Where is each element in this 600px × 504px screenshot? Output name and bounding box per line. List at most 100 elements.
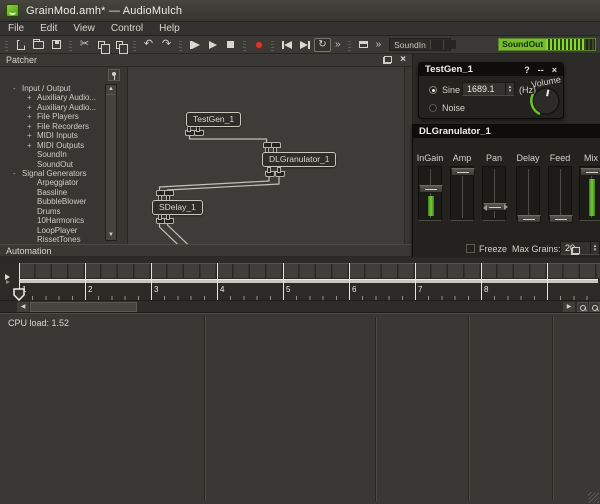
tree-item[interactable]: +Auxiliary Audio...: [0, 93, 113, 102]
input-port[interactable]: [164, 190, 172, 200]
testgen-panel-header[interactable]: TestGen_1 ? -- ×: [419, 63, 563, 76]
node-dlgranulator[interactable]: DLGranulator_1: [262, 152, 336, 167]
fader-handle[interactable]: [483, 203, 507, 211]
menu-item[interactable]: View: [65, 22, 103, 36]
tree-item[interactable]: 10Harmonics: [0, 216, 113, 225]
fader[interactable]: Delay: [513, 153, 543, 223]
tree-item[interactable]: +MIDI Inputs: [0, 131, 113, 140]
input-port[interactable]: [156, 190, 164, 200]
scroll-right-icon[interactable]: ▶: [563, 302, 575, 312]
tree-item[interactable]: +Auxiliary Audio...: [0, 103, 113, 112]
toolbar-grip[interactable]: [271, 39, 274, 51]
output-port[interactable]: [156, 213, 164, 223]
fader-handle[interactable]: [580, 168, 600, 176]
record-button[interactable]: [250, 37, 267, 52]
timeline-scrollbar[interactable]: ◀ ▶: [0, 301, 600, 313]
fader-track[interactable]: [548, 166, 572, 221]
cut-button[interactable]: ✂: [76, 37, 93, 52]
go-to-end-button[interactable]: [296, 37, 313, 52]
tree-item[interactable]: BubbleBlower: [0, 197, 113, 206]
patcher-view-button[interactable]: [355, 37, 372, 52]
fader[interactable]: Mix: [576, 153, 600, 223]
fader[interactable]: Feed: [545, 153, 575, 223]
scrollbar-thumb[interactable]: [30, 302, 137, 312]
toolbar-grip[interactable]: [179, 39, 182, 51]
paste-button[interactable]: [112, 37, 129, 52]
save-button[interactable]: [48, 37, 65, 52]
float-pane-icon[interactable]: [571, 247, 580, 255]
fader-track[interactable]: [516, 166, 540, 221]
scroll-down-icon[interactable]: ▼: [106, 231, 116, 240]
tree-item[interactable]: -Input / Output: [0, 84, 113, 93]
tree-item[interactable]: SoundOut: [0, 160, 113, 169]
toolbar-grip[interactable]: [243, 39, 246, 51]
close-pane-icon[interactable]: ×: [400, 55, 406, 65]
tree-item[interactable]: LoopPlayer: [0, 226, 113, 235]
fader-handle[interactable]: [451, 168, 475, 176]
collapse-icon[interactable]: --: [538, 64, 544, 76]
soundout-meter[interactable]: SoundOut: [498, 38, 596, 51]
auto-scroll-icon[interactable]: [5, 274, 14, 284]
fader-handle[interactable]: [549, 215, 573, 223]
fader[interactable]: InGain: [415, 153, 445, 223]
input-port[interactable]: [271, 142, 279, 152]
tree-item[interactable]: Bassline: [0, 188, 113, 197]
fader-track[interactable]: [579, 166, 600, 221]
go-to-start-button[interactable]: [278, 37, 295, 52]
input-port[interactable]: [263, 142, 271, 152]
soundin-meter[interactable]: SoundIn: [389, 38, 451, 51]
zoom-out-icon[interactable]: [577, 302, 588, 312]
tree-item[interactable]: RissetTones: [0, 235, 113, 242]
tree-item[interactable]: Drums: [0, 207, 113, 216]
beat-grid[interactable]: [19, 263, 600, 278]
play-button[interactable]: [204, 37, 221, 52]
tree-item[interactable]: -Signal Generators: [0, 169, 113, 178]
noise-radio[interactable]: [429, 104, 437, 112]
fader-handle[interactable]: [517, 215, 541, 223]
playhead-marker[interactable]: [13, 288, 26, 301]
menu-item[interactable]: Control: [103, 22, 151, 36]
copy-button[interactable]: [94, 37, 111, 52]
toolbar-overflow-chevron[interactable]: »: [373, 39, 385, 50]
output-port[interactable]: [265, 166, 273, 176]
automation-timeline[interactable]: 4 4 12345678: [0, 257, 600, 301]
frequency-field[interactable]: 1689.1 ▴▾: [462, 82, 515, 96]
freeze-checkbox[interactable]: [466, 244, 475, 253]
help-icon[interactable]: ?: [524, 64, 530, 76]
scroll-left-icon[interactable]: ◀: [17, 302, 29, 312]
tree-item[interactable]: +File Recorders: [0, 122, 113, 131]
stop-button[interactable]: [222, 37, 239, 52]
zoom-in-icon[interactable]: [589, 302, 600, 312]
toolbar-grip[interactable]: [348, 39, 351, 51]
open-file-button[interactable]: [30, 37, 47, 52]
tree-scrollbar[interactable]: ▲ ▼: [105, 84, 117, 241]
toolbar-overflow-chevron[interactable]: »: [332, 39, 344, 50]
canvas-vertical-scrollbar[interactable]: [404, 67, 411, 244]
tree-item[interactable]: Arpeggiator: [0, 178, 113, 187]
scroll-up-icon[interactable]: ▲: [106, 85, 116, 94]
dlgranulator-panel-header[interactable]: DLGranulator_1: [413, 125, 600, 138]
menu-item[interactable]: Edit: [32, 22, 65, 36]
node-testgen[interactable]: TestGen_1: [186, 112, 241, 127]
fader-handle[interactable]: [419, 185, 443, 193]
output-port[interactable]: [275, 166, 283, 176]
redo-button[interactable]: ↷: [158, 37, 175, 52]
fader-track[interactable]: [450, 166, 474, 221]
toolbar-grip[interactable]: [133, 39, 136, 51]
loop-region-bar[interactable]: [19, 279, 598, 283]
volume-knob[interactable]: [529, 84, 563, 118]
undo-button[interactable]: ↶: [140, 37, 157, 52]
pin-icon[interactable]: [108, 69, 120, 81]
tree-item[interactable]: +MIDI Outputs: [0, 141, 113, 150]
tree-item[interactable]: SoundIn: [0, 150, 113, 159]
toolbar-grip[interactable]: [69, 39, 72, 51]
title-bar[interactable]: GrainMod.amh* — AudioMulch: [0, 0, 600, 22]
loop-button[interactable]: ↻: [314, 38, 331, 52]
menu-item[interactable]: File: [0, 22, 32, 36]
tree-item[interactable]: +File Players: [0, 112, 113, 121]
sine-radio[interactable]: [429, 86, 437, 94]
resize-grip[interactable]: [588, 492, 599, 503]
run-button[interactable]: [186, 37, 203, 52]
menu-item[interactable]: Help: [151, 22, 188, 36]
float-pane-icon[interactable]: [383, 56, 392, 64]
